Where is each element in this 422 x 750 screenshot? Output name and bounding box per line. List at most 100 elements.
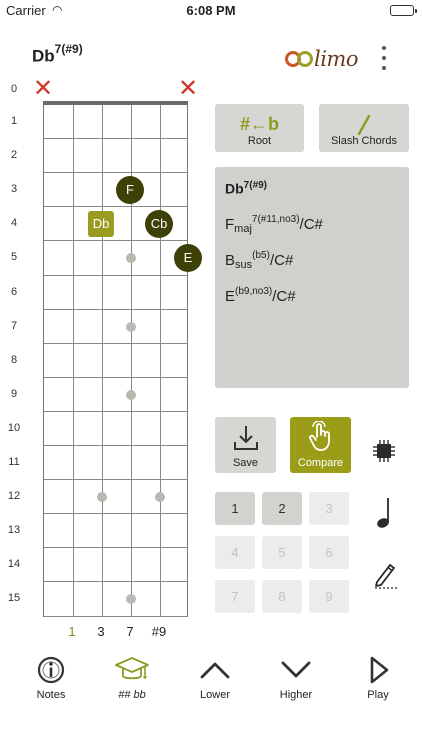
fret-inlay [97,492,107,503]
alternative-chord[interactable]: Bsus(b5)/C# [225,250,294,271]
fret-number: 1 [10,115,18,128]
fret-line [44,206,187,208]
tab-accidentals[interactable]: ## bb [102,655,162,701]
alt-extension: (b9,no3) [235,286,273,297]
alt-root: E [225,288,236,305]
string-line [102,105,103,617]
tab-play-label: Play [367,689,389,701]
save-button[interactable]: Save [215,417,276,473]
logo-text: limo [314,47,359,71]
tab-higher-label: Higher [279,689,313,701]
info-icon [37,656,65,684]
number-button-9[interactable]: 9 [309,580,349,613]
music-note-icon[interactable] [374,496,396,530]
fret-line [44,172,187,174]
interval-label: #9 [151,624,167,639]
pencil-icon[interactable] [373,560,399,590]
fret-inlay [126,389,136,400]
fret-line [44,615,187,617]
compare-button[interactable]: Compare [290,417,351,473]
status-bar: Carrier ◠ 6:08 PM [0,0,422,22]
chord-name: Db [32,46,55,66]
slash-chords-button[interactable]: Slash Chords [319,104,409,152]
fret-number: 15 [7,592,21,605]
slash-chords-label: Slash Chords [330,135,398,147]
fret-number: 10 [7,421,21,434]
alternative-chord[interactable]: E(b9,no3)/C# [225,286,296,305]
number-button-8[interactable]: 8 [262,580,302,613]
fret-line [44,581,187,583]
tab-higher[interactable]: Higher [266,655,326,701]
alt-root: B [225,252,236,269]
more-options-icon[interactable] [377,44,391,74]
fret-number: 4 [10,217,18,230]
chord-title: Db7(#9) [32,42,83,67]
fretboard[interactable] [43,105,188,617]
alt-quality: sus [235,259,253,271]
fret-line [44,308,187,310]
alt-bass: /C# [272,288,296,305]
fret-line [44,445,187,446]
alt-bass: /C# [269,252,294,269]
alt-extension: 7(#11,no3) [251,214,300,225]
fret-line [44,342,187,344]
alternative-chord[interactable]: Fmaj7(#11,no3)/C# [225,214,323,235]
string-line [160,105,161,617]
tab-notes[interactable]: Notes [21,655,81,701]
fret-line [44,376,187,378]
chord-panel: Db7(#9) Fmaj7(#11,no3)/C# Bsus(b5)/C# E(… [215,167,409,388]
fret-number: 12 [7,490,21,503]
oolimo-logo: limo [285,45,370,75]
fret-line [44,240,187,242]
chip-icon[interactable] [372,439,396,463]
chevron-down-icon [281,661,311,678]
tab-play[interactable]: Play [348,655,408,701]
tab-lower-label: Lower [200,689,230,701]
download-icon [234,426,258,450]
tab-lower[interactable]: Lower [185,655,245,701]
number-button-3[interactable]: 3 [309,492,349,525]
sharp-flat-swap-icon: #←b [239,114,279,134]
fret-number: 13 [7,524,21,537]
tab-notes-label: Notes [36,689,66,701]
fret-inlay [126,253,136,264]
status-time: 6:08 PM [186,3,236,18]
fret-line [44,547,187,549]
number-button-4[interactable]: 4 [215,536,255,569]
interval-label: 1 [68,624,76,639]
tab-accidentals-label: ## bb [118,689,146,701]
fret-number: 2 [10,149,18,162]
panel-chord-name: Db [225,180,244,197]
compare-label: Compare [297,457,344,469]
fret-inlay [126,321,136,332]
fret-number: 14 [7,558,21,571]
panel-main-chord[interactable]: Db7(#9) [225,180,267,197]
number-button-6[interactable]: 6 [309,536,349,569]
muted-string-mark[interactable]: ✕ [33,77,53,101]
fret-number: 9 [10,387,18,400]
number-button-7[interactable]: 7 [215,580,255,613]
fret-line [44,138,187,140]
panel-chord-ext: 7(#9) [243,180,268,191]
hand-pointer-icon [309,421,330,451]
chevron-up-icon [200,662,230,679]
note-marker[interactable]: E [174,244,202,273]
muted-string-mark[interactable]: ✕ [178,77,198,101]
alt-quality: maj [234,223,252,235]
root-note-marker[interactable]: Db [88,211,114,238]
fret-number: 7 [10,319,18,332]
battery-icon [390,5,417,16]
fret-inlay [155,492,165,503]
interval-label: 7 [126,624,134,639]
fret-number: 5 [10,251,18,264]
fret-number: 8 [10,353,18,366]
play-icon [370,656,389,684]
number-button-2[interactable]: 2 [262,492,302,525]
root-button[interactable]: #←b Root [215,104,304,152]
number-button-1[interactable]: 1 [215,492,255,525]
graduation-cap-icon [115,657,149,680]
root-button-label: Root [247,135,272,147]
fret-line [44,410,187,412]
number-button-5[interactable]: 5 [262,536,302,569]
fret-number: 6 [10,285,18,298]
